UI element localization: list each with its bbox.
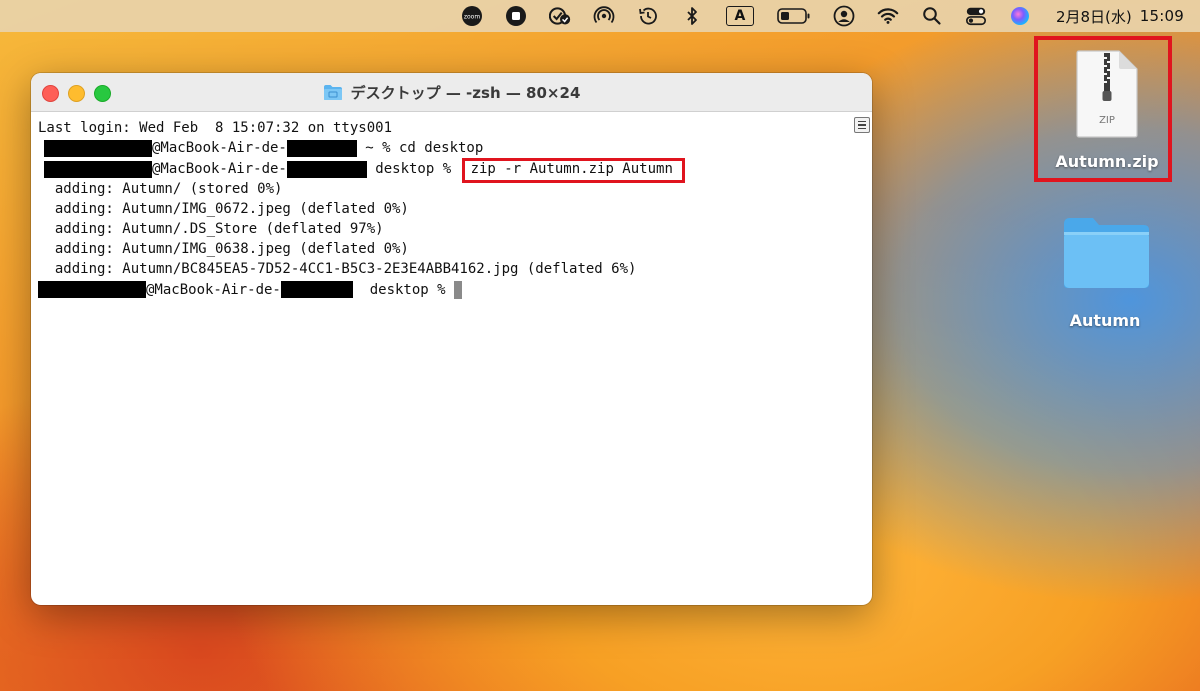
close-button[interactable] bbox=[42, 85, 59, 102]
stop-record-icon[interactable] bbox=[505, 5, 527, 27]
text-cursor bbox=[454, 280, 463, 299]
bluetooth-icon[interactable] bbox=[681, 5, 703, 27]
zoom-button[interactable] bbox=[94, 85, 111, 102]
folder-icon[interactable] bbox=[1061, 214, 1151, 290]
user-icon[interactable] bbox=[833, 5, 855, 27]
terminal-line: adding: Autumn/.DS_Store (deflated 97%) bbox=[38, 220, 384, 237]
redacted-hostname bbox=[286, 160, 367, 178]
zip-file-highlight[interactable]: ZIP Autumn.zip bbox=[1034, 36, 1172, 182]
zip-file-icon[interactable]: ZIP bbox=[1075, 49, 1139, 139]
search-icon[interactable] bbox=[921, 5, 943, 27]
time-machine-icon[interactable] bbox=[637, 5, 659, 27]
zip-file-label[interactable]: Autumn.zip bbox=[1055, 152, 1158, 171]
menu-bar: zoom A 2月8日(水) 15:09 bbox=[0, 0, 1200, 32]
terminal-output[interactable]: Last login: Wed Feb 8 15:07:32 on ttys00… bbox=[31, 112, 872, 605]
task-check-icon[interactable] bbox=[548, 5, 571, 27]
menubar-time[interactable]: 15:09 bbox=[1140, 7, 1184, 25]
window-title: デスクトップ — -zsh — 80×24 bbox=[323, 82, 581, 103]
terminal-line: Last login: Wed Feb 8 15:07:32 on ttys00… bbox=[38, 120, 393, 136]
terminal-line: @MacBook-Air-de- desktop % zip -r Autumn… bbox=[38, 158, 872, 184]
menubar-date[interactable]: 2月8日(水) bbox=[1056, 6, 1132, 27]
redacted-hostname bbox=[280, 281, 353, 298]
redacted-username bbox=[38, 281, 146, 298]
redacted-hostname bbox=[286, 139, 357, 157]
svg-text:zoom: zoom bbox=[464, 14, 480, 21]
folder-label[interactable]: Autumn bbox=[1070, 311, 1141, 330]
svg-text:ZIP: ZIP bbox=[1099, 115, 1115, 126]
window-controls bbox=[42, 85, 111, 102]
siri-icon[interactable] bbox=[1009, 5, 1031, 27]
airdrop-icon[interactable] bbox=[593, 5, 615, 27]
window-title-text: デスクトップ — -zsh — 80×24 bbox=[350, 83, 581, 102]
terminal-line: @MacBook-Air-de- desktop % bbox=[38, 280, 872, 300]
folder-icon bbox=[323, 84, 342, 100]
minimize-button[interactable] bbox=[68, 85, 85, 102]
wifi-icon[interactable] bbox=[877, 5, 899, 27]
terminal-titlebar[interactable]: デスクトップ — -zsh — 80×24 bbox=[31, 73, 872, 112]
redacted-username bbox=[44, 160, 152, 178]
terminal-line: @MacBook-Air-de- ~ % cd desktop bbox=[38, 138, 872, 158]
control-center-icon[interactable] bbox=[965, 5, 987, 27]
terminal-line: adding: Autumn/BC845EA5-7D52-4CC1-B5C3-2… bbox=[38, 261, 637, 278]
terminal-line: adding: Autumn/ (stored 0%) bbox=[38, 180, 283, 197]
terminal-line: adding: Autumn/IMG_0638.jpeg (deflated 0… bbox=[38, 241, 409, 258]
redacted-username bbox=[44, 139, 152, 157]
terminal-window: デスクトップ — -zsh — 80×24 Last login: Wed Fe… bbox=[31, 73, 872, 605]
input-source-icon[interactable]: A bbox=[725, 5, 755, 27]
battery-icon[interactable] bbox=[777, 5, 811, 27]
terminal-line: adding: Autumn/IMG_0672.jpeg (deflated 0… bbox=[38, 200, 409, 217]
zoom-icon[interactable]: zoom bbox=[461, 5, 483, 27]
